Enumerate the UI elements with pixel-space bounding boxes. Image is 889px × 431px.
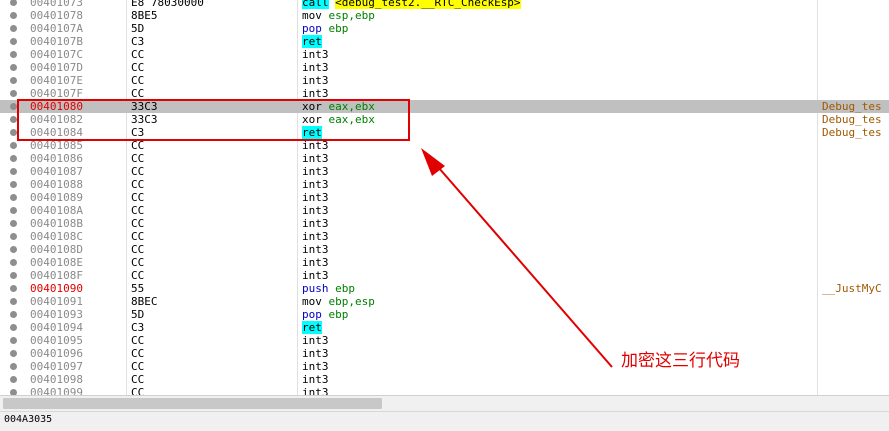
status-bar: 004A3035 — [0, 411, 889, 431]
annotation-text: 加密这三行代码 — [621, 351, 740, 371]
horizontal-scrollbar[interactable] — [0, 395, 889, 412]
scrollbar-thumb[interactable] — [3, 398, 382, 409]
annotation-arrow — [421, 148, 613, 368]
disassembly-view[interactable]: 00401073 E8 78030000 call <debug_test2.__R… — [0, 0, 889, 395]
status-text: 004A3035 — [4, 414, 53, 425]
